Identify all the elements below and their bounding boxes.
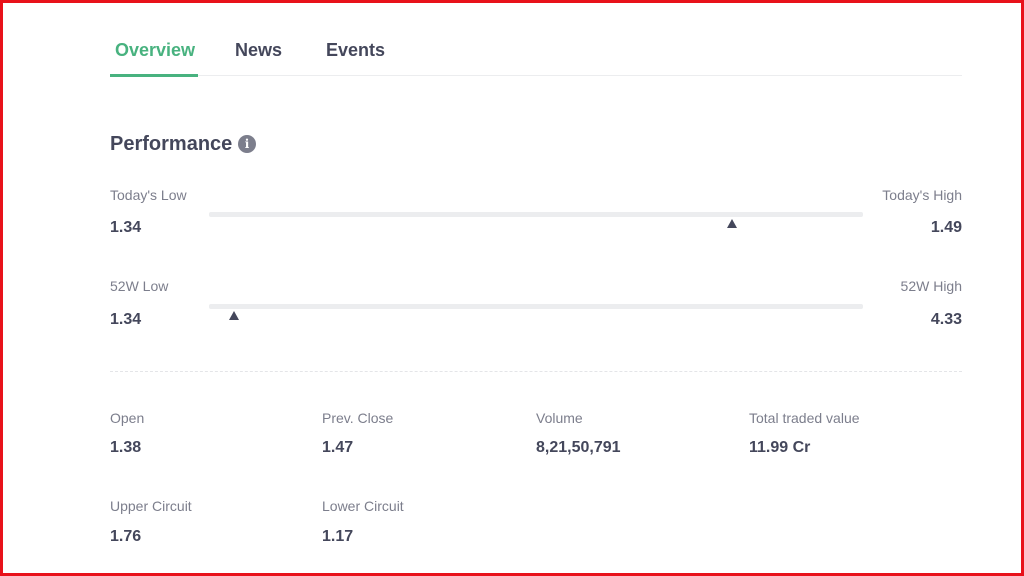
- upper-circuit-value: 1.76: [110, 528, 142, 545]
- lower-circuit-label: Lower Circuit: [322, 498, 404, 514]
- todays-low-value: 1.34: [110, 219, 142, 236]
- open-label: Open: [110, 410, 145, 426]
- prev-close-label: Prev. Close: [322, 410, 394, 426]
- tab-news[interactable]: News: [235, 40, 282, 61]
- prev-close-value: 1.47: [322, 439, 354, 456]
- info-icon[interactable]: i: [238, 135, 256, 153]
- tab-events[interactable]: Events: [326, 40, 385, 61]
- todays-high-value: 1.49: [930, 219, 962, 236]
- volume-value: 8,21,50,791: [536, 439, 621, 456]
- todays-range-track: [209, 212, 863, 217]
- 52w-low-value: 1.34: [110, 311, 142, 328]
- 52w-price-marker: [228, 311, 239, 320]
- volume-label: Volume: [536, 410, 583, 426]
- section-divider: [110, 371, 962, 372]
- 52w-low-label: 52W Low: [110, 278, 169, 294]
- performance-title: Performance: [110, 133, 233, 155]
- 52w-range-track: [209, 304, 863, 309]
- total-traded-value-label: Total traded value: [749, 410, 860, 426]
- lower-circuit-value: 1.17: [322, 528, 354, 545]
- upper-circuit-label: Upper Circuit: [110, 498, 192, 514]
- total-traded-value: 11.99 Cr: [749, 439, 811, 456]
- open-value: 1.38: [110, 439, 142, 456]
- todays-low-label: Today's Low: [110, 187, 187, 203]
- 52w-high-label: 52W High: [900, 278, 962, 294]
- active-tab-underline: [110, 74, 198, 77]
- tab-overview[interactable]: Overview: [115, 40, 195, 61]
- tab-bar: Overview News Events: [110, 30, 962, 77]
- 52w-high-value: 4.33: [930, 311, 962, 328]
- todays-high-label: Today's High: [882, 187, 962, 203]
- todays-price-marker: [727, 219, 738, 228]
